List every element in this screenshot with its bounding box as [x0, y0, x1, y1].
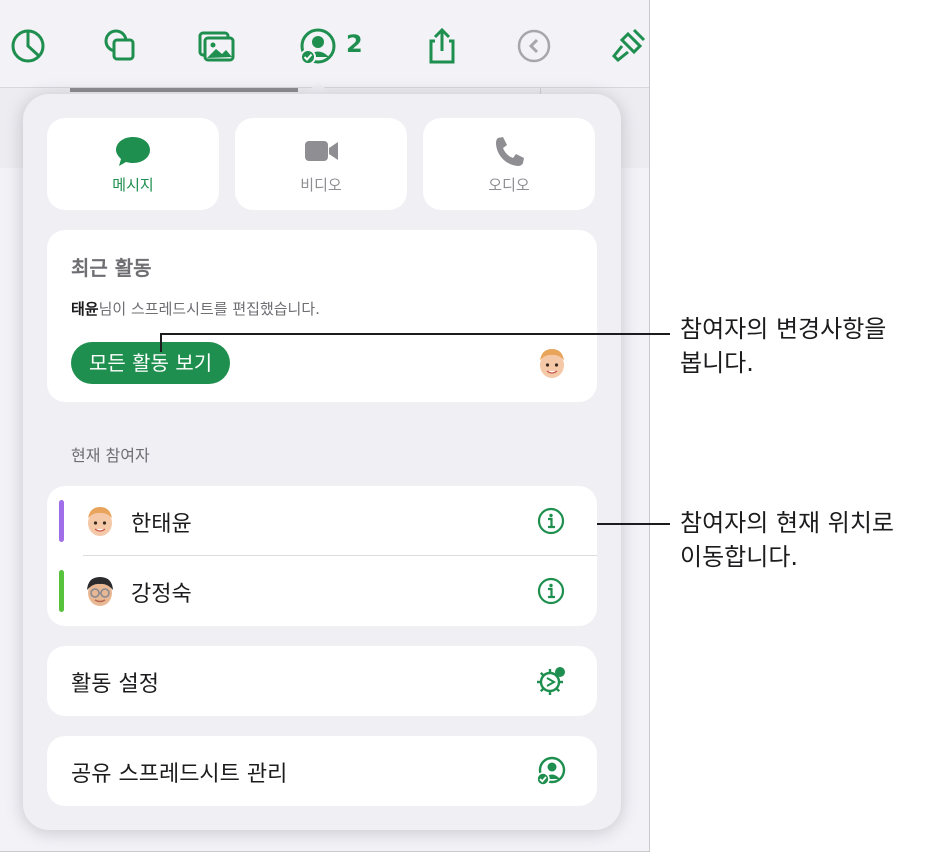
callout-view-changes: 참여자의 변경사항을 봅니다. [680, 312, 886, 380]
message-button[interactable]: 메시지 [47, 118, 219, 210]
recent-activity-user: 태윤 [71, 300, 99, 318]
manage-shared-spreadsheet-row[interactable]: 공유 스프레드시트 관리 [47, 736, 597, 806]
participant-avatar-memoji [87, 577, 113, 606]
callout-leader-vertical [160, 334, 162, 352]
view-all-activity-button[interactable]: 모든 활동 보기 [71, 342, 231, 384]
participant-color-bar [59, 500, 64, 542]
callout-line-2: 이동합니다. [680, 543, 799, 571]
participant-name: 한태윤 [131, 512, 192, 537]
recent-activity-title: 최근 활동 [71, 256, 152, 280]
participant-avatar-memoji [88, 507, 112, 536]
sheet-tab-indicator [70, 88, 298, 92]
video-label: 비디오 [300, 175, 342, 194]
collaboration-popover: 메시지 비디오 오디오 최근 활동 태윤님이 스프레드시트를 편집했습니다. 모… [23, 94, 621, 830]
toolbar: 2 [0, 0, 649, 88]
callout-leader-line [597, 523, 670, 525]
callout-leader-line [160, 333, 670, 335]
audio-label: 오디오 [488, 175, 530, 194]
manage-collaboration-icon [536, 756, 566, 786]
collaboration-icon[interactable] [296, 24, 340, 68]
share-icon[interactable] [420, 24, 464, 68]
participant-avatar-memoji [540, 349, 564, 378]
message-label: 메시지 [112, 175, 154, 194]
activity-settings-gear-icon [537, 667, 565, 695]
app-window: 2 메시지 비디오 오디오 최근 활동 태윤님이 스프레드시트를 편집했습니다.… [0, 0, 650, 852]
recent-activity-text: 태윤님이 스프레드시트를 편집했습니다. [71, 298, 320, 319]
callout-line-1: 참여자의 변경사항을 [680, 315, 887, 343]
video-button[interactable]: 비디오 [235, 118, 407, 210]
video-camera-icon [305, 140, 338, 161]
callout-line-2: 봅니다. [680, 349, 754, 377]
format-brush-icon[interactable] [606, 24, 649, 68]
pie-chart-icon[interactable] [6, 24, 50, 68]
manage-shared-spreadsheet-label: 공유 스프레드시트 관리 [71, 762, 288, 787]
participant-row[interactable]: 한태윤 [47, 486, 597, 556]
audio-button[interactable]: 오디오 [423, 118, 595, 210]
undo-icon[interactable] [512, 24, 556, 68]
activity-settings-label: 활동 설정 [71, 672, 159, 697]
activity-settings-row[interactable]: 활동 설정 [47, 646, 597, 716]
participant-name: 강정숙 [131, 582, 192, 607]
participant-row[interactable]: 강정숙 [47, 556, 597, 626]
participants-card: 한태윤 강정숙 [47, 486, 597, 626]
recent-activity-card: 최근 활동 태윤님이 스프레드시트를 편집했습니다. 모든 활동 보기 [47, 230, 597, 402]
info-icon[interactable] [537, 507, 565, 535]
participant-color-bar [59, 570, 64, 612]
collaborator-count[interactable]: 2 [346, 30, 363, 58]
callout-go-to-location: 참여자의 현재 위치로 이동합니다. [680, 506, 894, 574]
message-bubble-icon [116, 136, 150, 166]
phone-icon [496, 136, 524, 166]
media-icon[interactable] [194, 24, 238, 68]
callout-line-1: 참여자의 현재 위치로 [680, 509, 894, 537]
current-participants-label: 현재 참여자 [71, 446, 150, 465]
info-icon[interactable] [537, 577, 565, 605]
recent-activity-message: 님이 스프레드시트를 편집했습니다. [98, 300, 320, 318]
shapes-icon[interactable] [98, 24, 142, 68]
